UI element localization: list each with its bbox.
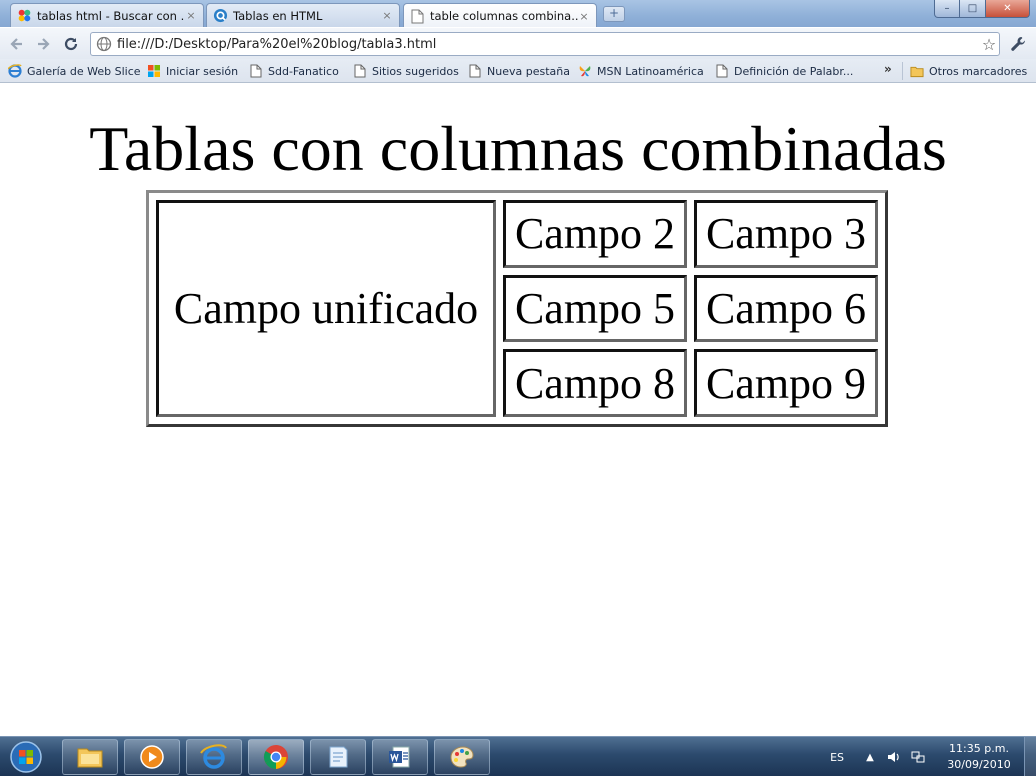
wrench-icon [1011,37,1026,51]
system-clock[interactable]: 11:35 p.m. 30/09/2010 [934,741,1024,773]
windows-live-icon [147,64,161,78]
bookmark-nueva-pestana[interactable]: Nueva pestaña [468,63,570,79]
new-tab-button[interactable]: + [603,6,625,22]
table-cell-spanned: Campo unificado [156,200,496,417]
google-icon [17,8,32,23]
tab-title: table columnas combina... [430,9,578,23]
bookmark-label: Galería de Web Slice [27,64,141,78]
start-button[interactable] [4,739,48,775]
windows-orb-icon [10,741,42,773]
tab-table-columnas[interactable]: table columnas combina... × [403,3,597,28]
close-window-button[interactable]: ✕ [986,0,1030,18]
bookmark-label: MSN Latinoamérica [597,64,704,78]
show-hidden-icons-arrow-icon[interactable]: ▲ [862,749,878,765]
bookmarks-bar: Galería de Web Slice Iniciar sesión Sdd-… [0,59,1036,83]
page-content: Tablas con columnas combinadas Campo uni… [0,84,1036,736]
table-cell: Campo 6 [694,274,878,343]
system-tray: ES ▲ 11:35 p.m. 30/09/2010 [830,737,1036,776]
bookmark-definicion-palabras[interactable]: Definición de Palabr... [715,63,853,79]
taskbar-explorer-button[interactable] [62,739,118,775]
forward-button[interactable] [32,33,54,55]
taskbar-word-button[interactable] [372,739,428,775]
reload-icon [64,37,78,51]
bookmark-label: Iniciar sesión [166,64,239,78]
site-q-icon [213,8,228,23]
table-cell: Campo 2 [503,200,687,268]
windows-taskbar: ES ▲ 11:35 p.m. 30/09/2010 [0,736,1036,776]
other-bookmarks-folder[interactable]: Otros marcadores [910,63,1027,79]
browser-toolbar: file:///D:/Desktop/Para%20el%20blog/tabl… [0,27,1036,59]
tab-close-icon[interactable]: × [578,10,590,23]
internet-explorer-icon [200,744,227,769]
table-cell: Campo 3 [694,200,878,268]
table-cell: Campo 8 [503,349,687,417]
document-icon [353,64,367,78]
folder-icon [910,64,924,78]
clock-date: 30/09/2010 [947,758,1011,771]
bookmark-sdd-fanatico[interactable]: Sdd-Fanatico [249,63,339,79]
forward-arrow-icon [38,38,50,50]
bookmark-star-icon[interactable]: ☆ [979,35,999,54]
tab-title: Tablas en HTML [233,8,323,23]
table-cell: Campo 9 [694,349,878,417]
tab-tablas-html[interactable]: Tablas en HTML × [206,3,400,27]
globe-icon [96,36,112,52]
word-icon [389,746,410,768]
chrome-icon [263,745,288,769]
explorer-icon [77,748,103,768]
table-cell: Campo 5 [503,274,687,343]
document-icon [249,64,263,78]
table-row: Campo unificado Campo 2 Campo 3 [156,200,878,417]
msn-butterfly-icon [578,64,592,78]
combined-columns-table: Campo unificado Campo 2 Campo 3 Campo 5 … [146,190,888,427]
taskbar-internet-explorer-button[interactable] [186,739,242,775]
address-url[interactable]: file:///D:/Desktop/Para%20el%20blog/tabl… [117,37,979,52]
ie-icon [8,64,22,78]
maximize-button[interactable]: □ [960,0,986,18]
reload-button[interactable] [60,33,82,55]
bookmark-label: Sitios sugeridos [372,64,459,78]
document-icon [715,64,729,78]
bookmark-label: Sdd-Fanatico [268,64,339,78]
bookmarks-overflow-chevron[interactable]: » [884,62,892,76]
taskbar-chrome-button[interactable] [248,739,304,775]
taskbar-notepad-button[interactable] [310,739,366,775]
bookmark-label: Definición de Palabr... [734,64,854,78]
tab-title: tablas html - Buscar con ... [37,8,185,23]
bookmark-msn-latinoamerica[interactable]: MSN Latinoamérica [578,63,704,79]
tab-close-icon[interactable]: × [185,9,197,22]
notepad-icon [329,746,348,768]
document-icon [410,9,425,24]
address-bar[interactable]: file:///D:/Desktop/Para%20el%20blog/tabl… [90,32,1000,56]
taskbar-media-player-button[interactable] [124,739,180,775]
window-controls: – □ ✕ [934,0,1030,18]
network-icon[interactable] [910,749,926,765]
bookmark-label: Nueva pestaña [487,64,570,78]
volume-icon[interactable] [886,749,902,765]
tab-strip: tablas html - Buscar con ... × Tablas en… [0,0,1036,28]
back-button[interactable] [6,33,28,55]
document-icon [468,64,482,78]
other-bookmarks-label: Otros marcadores [929,64,1028,78]
tab-google-search[interactable]: tablas html - Buscar con ... × [10,3,204,27]
bookmark-sitios-sugeridos[interactable]: Sitios sugeridos [353,63,459,79]
paint-icon [450,746,474,768]
bookmark-galeria-web-slice[interactable]: Galería de Web Slice [8,63,141,79]
media-player-icon [140,745,164,769]
show-desktop-button[interactable] [1024,737,1036,776]
minimize-button[interactable]: – [934,0,960,18]
page-title: Tablas con columnas combinadas [89,113,947,184]
clock-time: 11:35 p.m. [949,742,1009,755]
tab-close-icon[interactable]: × [381,9,393,22]
wrench-menu-button[interactable] [1008,34,1028,54]
back-arrow-icon [10,38,22,50]
bookmark-iniciar-sesion[interactable]: Iniciar sesión [147,63,238,79]
bookmarks-separator [902,62,903,80]
language-indicator[interactable]: ES [830,751,844,764]
taskbar-paint-button[interactable] [434,739,490,775]
